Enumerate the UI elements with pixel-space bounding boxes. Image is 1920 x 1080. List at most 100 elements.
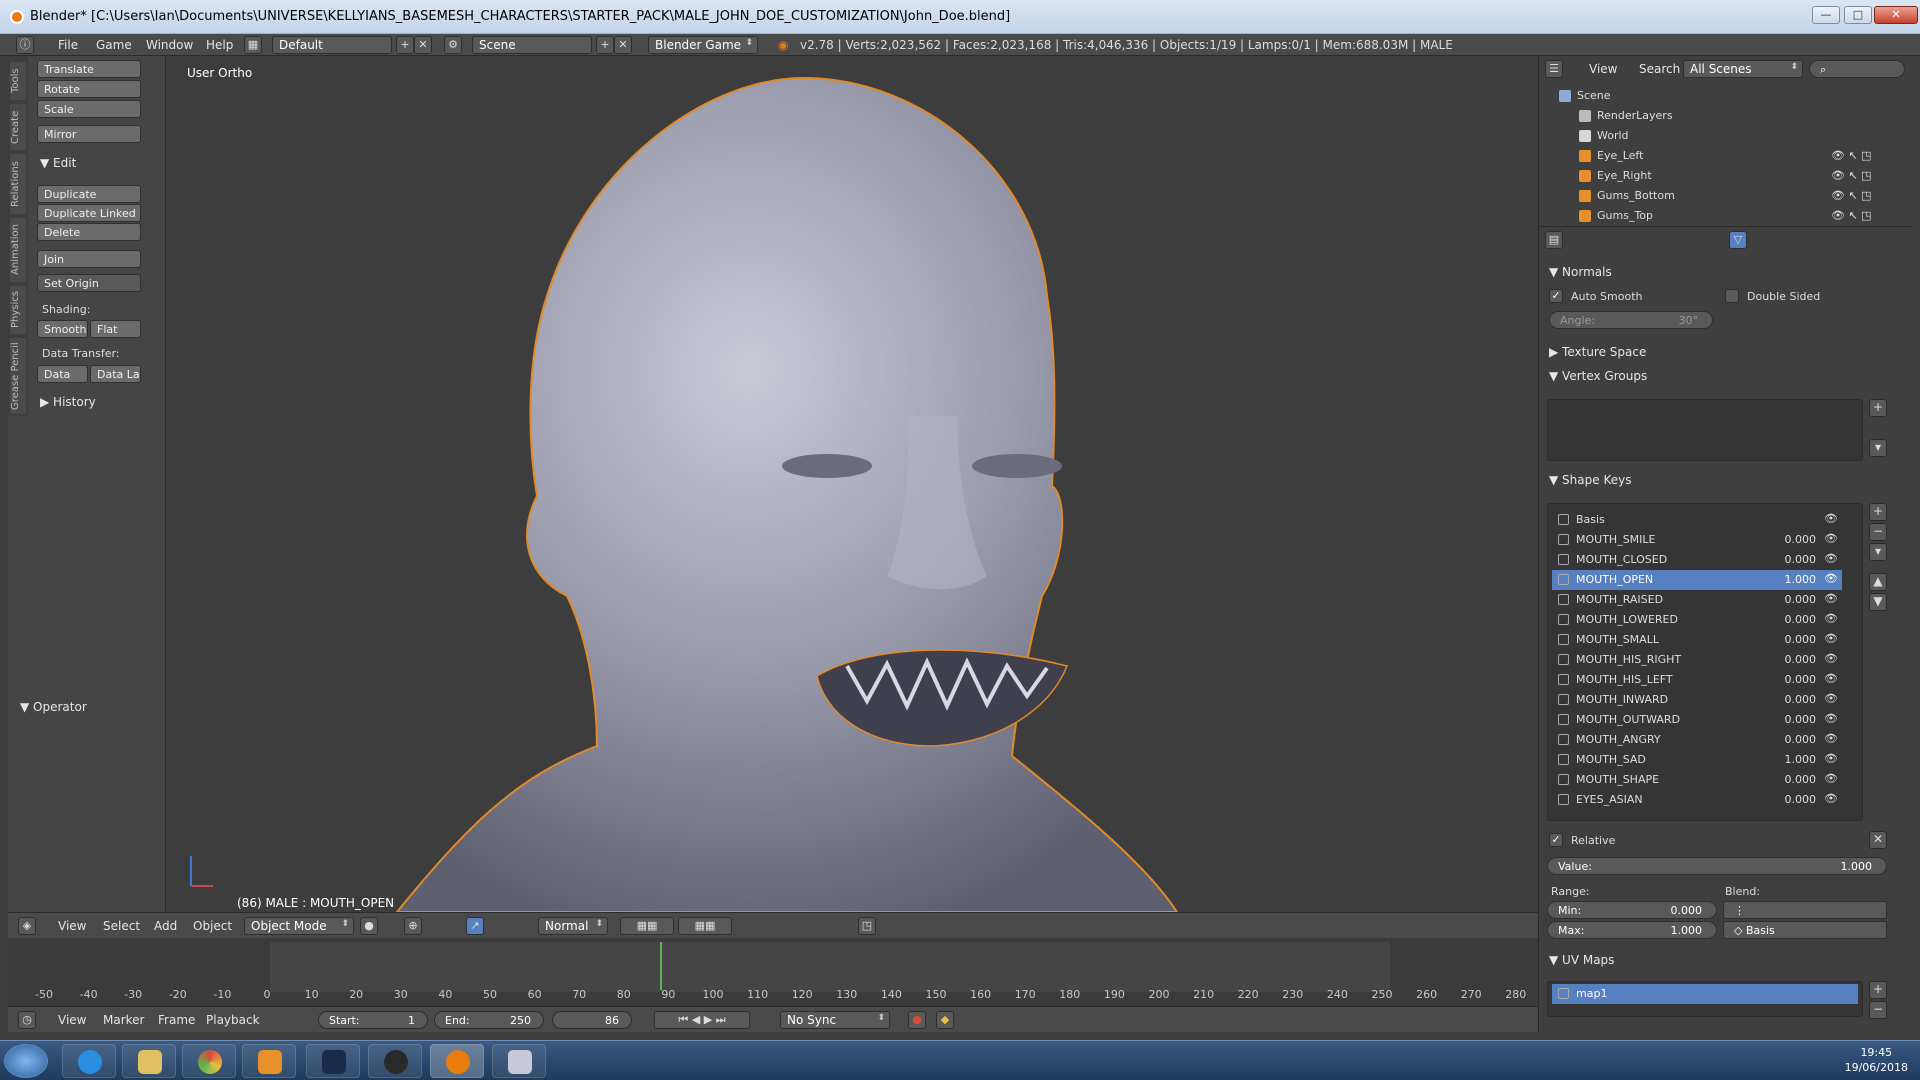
smooth-button[interactable]: Smooth xyxy=(37,320,88,338)
edit-panel-header[interactable]: ▼ Edit xyxy=(40,156,76,170)
shape-key-row[interactable]: MOUTH_LOWERED 0.000 👁 xyxy=(1552,610,1842,630)
outliner-filter-select[interactable]: All Scenes ⬍ xyxy=(1683,60,1803,78)
pivot-icon[interactable]: ⊕ xyxy=(404,917,422,935)
texture-space-panel-header[interactable]: ▶ Texture Space xyxy=(1549,345,1646,359)
outliner-menu-search[interactable]: Search xyxy=(1639,62,1680,76)
shape-key-row[interactable]: MOUTH_HIS_RIGHT 0.000 👁 xyxy=(1552,650,1842,670)
add-layout-icon[interactable]: + xyxy=(396,36,414,54)
duplicate-linked-button[interactable]: Duplicate Linked xyxy=(37,204,141,222)
visibility-toggles-icon[interactable]: 👁 ↖ ◳ xyxy=(1831,149,1872,162)
menu-help[interactable]: Help xyxy=(206,38,233,52)
eye-icon[interactable]: 👁 xyxy=(1824,752,1838,765)
eye-icon[interactable]: 👁 xyxy=(1824,552,1838,565)
head-mesh-render[interactable] xyxy=(167,56,1537,912)
eye-icon[interactable]: 👁 xyxy=(1824,592,1838,605)
orientation-select[interactable]: Normal ⬍ xyxy=(538,917,608,935)
start-frame-field[interactable]: Start: 1 xyxy=(318,1011,428,1029)
shape-key-value[interactable]: 0.000 xyxy=(1785,713,1817,726)
outliner-row[interactable]: Eye_Right 👁 ↖ ◳ xyxy=(1539,166,1899,186)
manipulator-icon[interactable]: ↗ xyxy=(466,917,484,935)
timeline[interactable]: -50 -40 -30 -20 -10 0 10 20 30 40 50 60 70 80 90 100 110… xyxy=(8,938,1538,1014)
mode-select[interactable]: Object Mode ⬍ xyxy=(244,917,354,935)
layout-icon[interactable]: ▦ xyxy=(244,36,262,54)
vertex-group-menu-button[interactable]: ▾ xyxy=(1869,439,1887,457)
shape-key-row[interactable]: Basis 👁 xyxy=(1552,510,1842,530)
current-frame-field[interactable]: 86 xyxy=(552,1011,632,1029)
shape-key-value[interactable]: 0.000 xyxy=(1785,593,1817,606)
eye-icon[interactable]: 👁 xyxy=(1824,572,1838,585)
shape-value-field[interactable]: Value: 1.000 xyxy=(1547,857,1887,875)
visibility-toggles-icon[interactable]: 👁 ↖ ◳ xyxy=(1831,169,1872,182)
min-field[interactable]: Min: 0.000 xyxy=(1547,901,1717,919)
normals-panel-header[interactable]: ▼ Normals xyxy=(1549,265,1612,279)
taskbar-explorer[interactable] xyxy=(122,1044,176,1078)
shape-key-row[interactable]: MOUTH_SHAPE 0.000 👁 xyxy=(1552,770,1842,790)
tab-animation[interactable]: Animation xyxy=(10,218,26,282)
relative-checkbox[interactable]: ✓ xyxy=(1549,833,1563,847)
join-button[interactable]: Join xyxy=(37,250,141,268)
vertex-groups-list[interactable] xyxy=(1547,399,1863,461)
duplicate-button[interactable]: Duplicate xyxy=(37,185,141,203)
outliner-row[interactable]: World xyxy=(1539,126,1899,146)
shape-key-row[interactable]: MOUTH_RAISED 0.000 👁 xyxy=(1552,590,1842,610)
data-layers-button[interactable]: Data La xyxy=(90,365,141,383)
shape-key-row[interactable]: MOUTH_OPEN 1.000 👁 xyxy=(1552,570,1842,590)
eye-icon[interactable]: 👁 xyxy=(1824,672,1838,685)
uv-maps-panel-header[interactable]: ▼ UV Maps xyxy=(1549,953,1614,967)
auto-smooth-checkbox[interactable]: ✓ xyxy=(1549,289,1563,303)
shape-key-value[interactable]: 0.000 xyxy=(1785,733,1817,746)
taskbar-media-player[interactable] xyxy=(242,1044,296,1078)
editor-type-icon[interactable]: ⓘ xyxy=(16,36,34,54)
angle-field[interactable]: Angle: 30° xyxy=(1549,311,1713,329)
taskbar-blender[interactable] xyxy=(430,1044,484,1078)
tab-physics[interactable]: Physics xyxy=(10,286,26,334)
remove-shape-key-button[interactable]: − xyxy=(1869,523,1887,541)
scene-select[interactable]: Scene xyxy=(472,36,592,54)
close-button[interactable]: ✕ xyxy=(1874,6,1918,24)
visibility-toggles-icon[interactable]: 👁 ↖ ◳ xyxy=(1831,189,1872,202)
tab-tools[interactable]: Tools xyxy=(10,62,26,100)
eye-icon[interactable]: 👁 xyxy=(1824,772,1838,785)
shape-key-value[interactable]: 1.000 xyxy=(1785,753,1817,766)
vertex-groups-panel-header[interactable]: ▼ Vertex Groups xyxy=(1549,369,1647,383)
shape-key-value[interactable]: 0.000 xyxy=(1785,793,1817,806)
start-button[interactable] xyxy=(4,1044,48,1078)
current-frame-line[interactable] xyxy=(660,942,662,990)
relative-key-field[interactable]: ◇ Basis xyxy=(1723,921,1887,939)
uv-map-row[interactable]: map1 xyxy=(1552,984,1858,1004)
eye-icon[interactable]: 👁 xyxy=(1824,652,1838,665)
eye-icon[interactable]: 👁 xyxy=(1824,792,1838,805)
set-origin-select[interactable]: Set Origin xyxy=(37,274,141,292)
minimize-button[interactable]: — xyxy=(1812,6,1840,24)
shape-key-value[interactable]: 0.000 xyxy=(1785,673,1817,686)
shape-key-value[interactable]: 0.000 xyxy=(1785,553,1817,566)
shape-key-row[interactable]: MOUTH_CLOSED 0.000 👁 xyxy=(1552,550,1842,570)
menu-window[interactable]: Window xyxy=(146,38,193,52)
outliner-row[interactable]: Eye_Left 👁 ↖ ◳ xyxy=(1539,146,1899,166)
move-up-button[interactable]: ▲ xyxy=(1869,573,1887,591)
shape-key-value[interactable]: 0.000 xyxy=(1785,533,1817,546)
outliner-row[interactable]: Gums_Bottom 👁 ↖ ◳ xyxy=(1539,186,1899,206)
keyframe-icon[interactable]: ◆ xyxy=(936,1011,954,1029)
uv-maps-list[interactable]: map1 xyxy=(1547,981,1863,1017)
shape-key-row[interactable]: MOUTH_SMALL 0.000 👁 xyxy=(1552,630,1842,650)
rotate-button[interactable]: Rotate xyxy=(37,80,141,98)
shape-key-row[interactable]: MOUTH_HIS_LEFT 0.000 👁 xyxy=(1552,670,1842,690)
move-down-button[interactable]: ▼ xyxy=(1869,593,1887,611)
tab-relations[interactable]: Relations xyxy=(10,154,26,214)
taskbar-clock[interactable]: 19:45 19/06/2018 xyxy=(1845,1045,1908,1075)
translate-button[interactable]: Translate xyxy=(37,60,141,78)
eye-icon[interactable]: 👁 xyxy=(1824,512,1838,525)
render-icon[interactable]: ◳ xyxy=(858,917,876,935)
add-vertex-group-button[interactable]: + xyxy=(1869,399,1887,417)
end-frame-field[interactable]: End: 250 xyxy=(434,1011,544,1029)
shape-key-row[interactable]: MOUTH_OUTWARD 0.000 👁 xyxy=(1552,710,1842,730)
outliner-row[interactable]: Gums_Top 👁 ↖ ◳ xyxy=(1539,206,1899,226)
eye-icon[interactable]: 👁 xyxy=(1824,692,1838,705)
menu-game[interactable]: Game xyxy=(96,38,132,52)
tl-menu-frame[interactable]: Frame xyxy=(158,1013,195,1027)
shape-key-row[interactable]: MOUTH_SMILE 0.000 👁 xyxy=(1552,530,1842,550)
tl-menu-view[interactable]: View xyxy=(58,1013,86,1027)
vp-menu-add[interactable]: Add xyxy=(154,919,177,933)
eye-icon[interactable]: 👁 xyxy=(1824,712,1838,725)
